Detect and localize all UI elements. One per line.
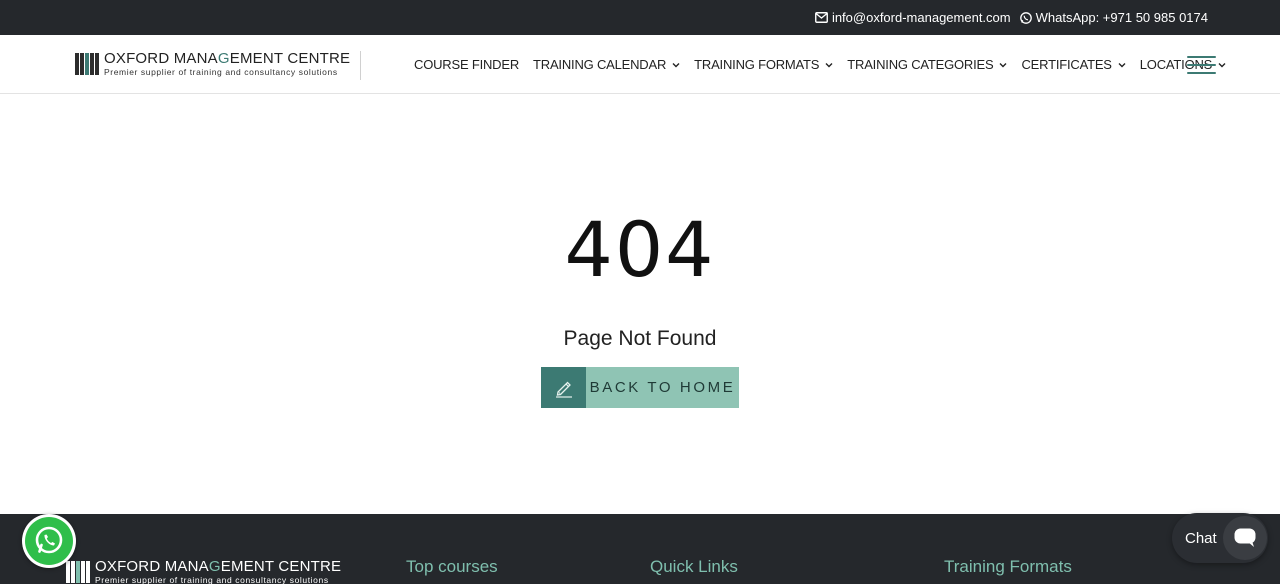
chevron-down-icon — [672, 62, 680, 67]
logo-title: OXFORD MANAGEMENT CENTRE — [104, 50, 351, 67]
top-contact-bar: info@oxford-management.com WhatsApp: +97… — [0, 0, 1280, 35]
footer: OXFORD MANAGEMENT CENTRE Premier supplie… — [0, 514, 1280, 584]
nav-item-training-calendar[interactable]: TRAINING CALENDAR — [533, 57, 680, 72]
whatsapp-contact-link[interactable]: WhatsApp: +971 50 985 0174 — [1019, 10, 1208, 25]
whatsapp-text: WhatsApp: +971 50 985 0174 — [1035, 10, 1208, 25]
chevron-down-icon — [1118, 62, 1126, 67]
back-to-home-button[interactable]: BACK TO HOME — [541, 367, 739, 408]
pencil-icon — [541, 367, 586, 408]
whatsapp-float-button[interactable] — [22, 514, 76, 568]
nav-item-course-finder[interactable]: COURSE FINDER — [414, 57, 519, 72]
error-code: 404 — [564, 205, 716, 294]
footer-logo-tagline: Premier supplier of training and consult… — [95, 575, 329, 585]
whatsapp-small-icon — [1019, 11, 1032, 24]
nav-item-training-formats[interactable]: TRAINING FORMATS — [694, 57, 833, 72]
envelope-icon — [814, 12, 828, 23]
email-text: info@oxford-management.com — [831, 10, 1011, 25]
whatsapp-icon — [25, 517, 73, 565]
contact-links: info@oxford-management.com WhatsApp: +97… — [814, 0, 1208, 35]
email-link[interactable]: info@oxford-management.com — [814, 10, 1011, 25]
chevron-down-icon — [999, 62, 1007, 67]
nav-item-training-categories[interactable]: TRAINING CATEGORIES — [847, 57, 1007, 72]
chat-widget-button[interactable]: Chat — [1172, 513, 1268, 563]
logo-mark-icon — [75, 53, 99, 75]
chat-bubble-icon — [1223, 516, 1267, 560]
footer-heading-top-courses: Top courses — [406, 557, 498, 576]
back-to-home-label: BACK TO HOME — [589, 379, 736, 396]
footer-logo[interactable]: OXFORD MANAGEMENT CENTRE Premier supplie… — [66, 559, 341, 585]
footer-logo-mark-icon — [66, 561, 90, 583]
chevron-down-icon — [1218, 62, 1226, 67]
footer-heading-training-formats: Training Formats — [944, 557, 1072, 576]
main-header: OXFORD MANAGEMENT CENTRE Premier supplie… — [0, 35, 1280, 94]
chat-label: Chat — [1185, 529, 1217, 547]
logo-tagline: Premier supplier of training and consult… — [104, 67, 338, 77]
footer-logo-title: OXFORD MANAGEMENT CENTRE — [95, 558, 342, 575]
nav-item-certificates[interactable]: CERTIFICATES — [1021, 57, 1126, 72]
error-message: Page Not Found — [563, 327, 717, 350]
site-logo[interactable]: OXFORD MANAGEMENT CENTRE Premier supplie… — [75, 51, 361, 80]
hamburger-icon[interactable] — [1187, 56, 1216, 74]
footer-heading-quick-links: Quick Links — [650, 557, 738, 576]
chevron-down-icon — [825, 62, 833, 67]
main-nav: COURSE FINDER TRAINING CALENDAR TRAINING… — [414, 35, 1240, 94]
